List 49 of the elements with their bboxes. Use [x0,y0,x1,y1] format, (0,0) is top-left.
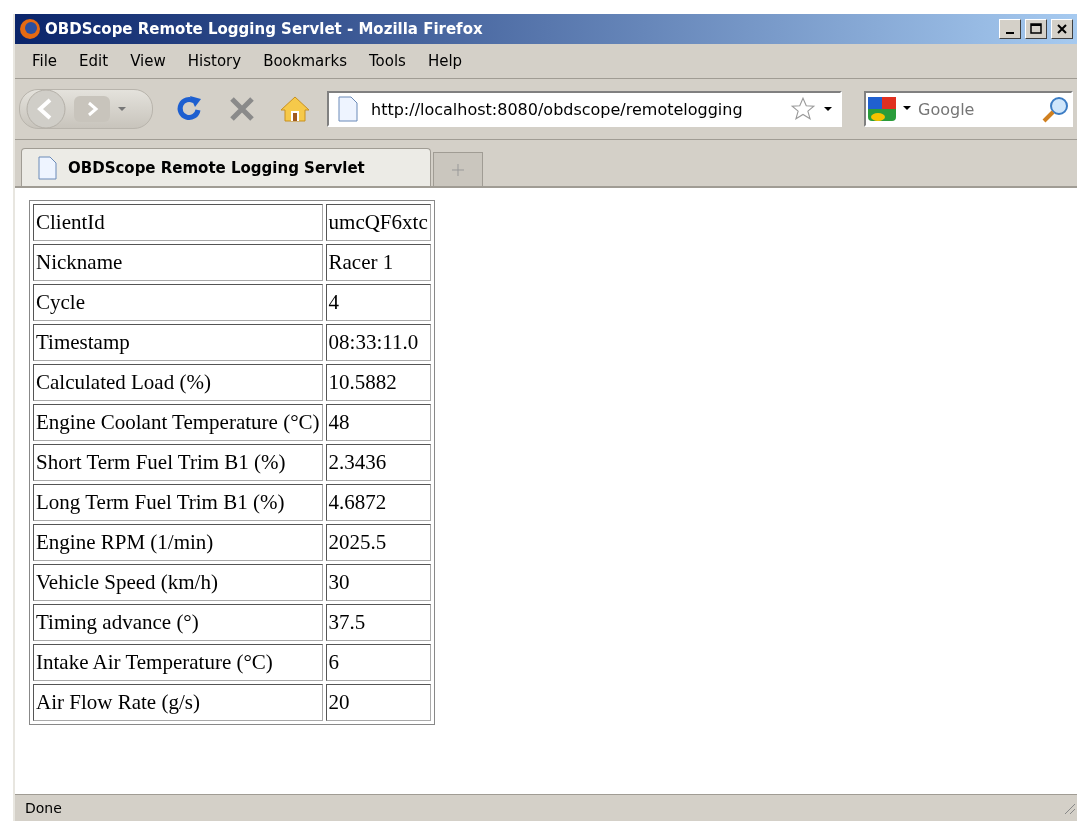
table-cell: Racer 1 [325,244,431,281]
table-cell: 37.5 [325,604,431,641]
menu-item[interactable]: File [21,52,69,70]
table-cell: Vehicle Speed (km/h) [33,564,323,601]
close-icon [1056,23,1068,35]
menu-item[interactable]: Help [416,52,474,70]
table-cell: Cycle [33,284,323,321]
table-cell: 08:33:11.0 [325,324,431,361]
table-cell: Engine Coolant Temperature (°C) [33,404,323,441]
menu-item[interactable]: History [176,52,253,70]
table-cell: 6 [325,644,431,681]
close-button[interactable] [1051,19,1073,39]
menu-item[interactable]: Tools [357,52,417,70]
table-cell: 10.5882 [325,364,431,401]
menu-item[interactable]: Edit [68,52,120,70]
menu-item[interactable]: View [119,52,177,70]
table-cell: 30 [325,564,431,601]
table-cell: Timestamp [33,324,323,361]
search-field[interactable]: Google [864,91,1073,127]
table-cell: 2.3436 [325,444,431,481]
table-cell: Short Term Fuel Trim B1 (%) [33,444,323,481]
maximize-button[interactable] [1025,19,1047,39]
home-icon[interactable] [279,94,311,124]
table-cell: 4 [325,284,431,321]
table-cell: Timing advance (°) [33,604,323,641]
table-cell: Air Flow Rate (g/s) [33,684,323,721]
table-cell: 4.6872 [325,484,431,521]
table-cell: Intake Air Temperature (°C) [33,644,323,681]
menu-item[interactable]: Bookmarks [252,52,358,70]
table-cell: Nickname [33,244,323,281]
table-cell: Engine RPM (1/min) [33,524,323,561]
browser-logo-icon [19,18,41,40]
table-cell: Calculated Load (%) [33,364,323,401]
star-icon[interactable] [790,96,816,122]
plus-icon [451,162,465,177]
maximize-icon [1030,23,1042,35]
table-cell: 20 [325,684,431,721]
table-cell: 2025.5 [325,524,431,561]
window-title: OBDScope Remote Logging Servlet - Mozilla Firefox [45,20,484,38]
page-icon [36,154,58,181]
table-cell: Long Term Fuel Trim B1 (%) [33,484,323,521]
browser-tab[interactable]: OBDScope Remote Logging Servlet [21,148,431,186]
minimize-button[interactable] [999,19,1021,39]
status-text: Done [24,800,63,816]
table-cell: 48 [325,404,431,441]
table-cell: umcQF6xtc [325,204,431,241]
address-field[interactable]: http://localhost:8080/obdscope/remotelogging [327,91,842,127]
table-cell: ClientId [33,204,323,241]
minimize-icon [1006,32,1014,34]
